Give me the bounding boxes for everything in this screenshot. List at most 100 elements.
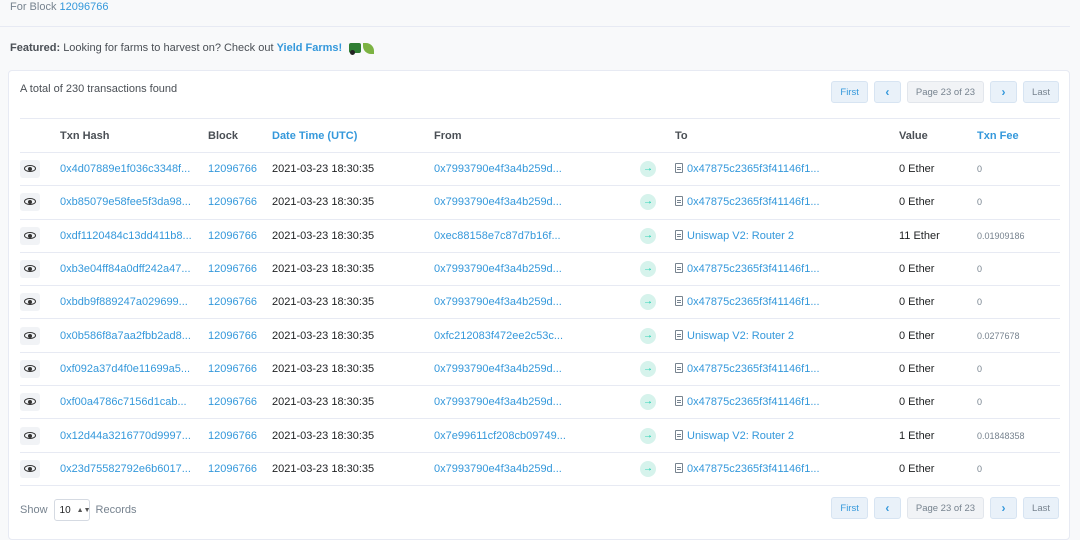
to-address-link[interactable]: 0x47875c2365f3f41146f1... [687, 163, 820, 175]
table-row: 0x12d44a3216770d9997... 12096766 2021-03-2… [20, 418, 1060, 453]
txn-hash-link[interactable]: 0x4d07889e1f036c3348f... [60, 163, 190, 175]
txn-hash-link[interactable]: 0xf00a4786c7156d1cab... [60, 396, 187, 408]
txn-hash-link[interactable]: 0xbdb9f889247a029699... [60, 296, 188, 308]
from-address-link[interactable]: 0xec88158e7c87d7b16f... [434, 230, 561, 242]
block-link[interactable]: 12096766 [208, 263, 257, 275]
from-address-link[interactable]: 0xfc212083f472ee2c53c... [434, 330, 563, 342]
eye-cell [20, 152, 60, 187]
block-link[interactable]: 12096766 [208, 230, 257, 242]
table-header-row: Txn Hash Block Date Time (UTC) From To V… [20, 118, 1060, 153]
last-page-button[interactable]: Last [1023, 81, 1059, 103]
txn-hash-cell: 0xf00a4786c7156d1cab... [60, 385, 208, 420]
contract-file-icon [675, 362, 683, 373]
datetime-cell: 2021-03-23 18:30:35 [272, 219, 434, 253]
contract-file-icon [675, 296, 683, 307]
eye-icon[interactable] [20, 260, 40, 279]
to-cell: 0x47875c2365f3f41146f1... [675, 385, 899, 420]
txn-hash-link[interactable]: 0x0b586f8a7aa2fbb2ad8... [60, 330, 191, 342]
direction-cell: → [640, 185, 675, 220]
block-link[interactable]: 12096766 [208, 430, 257, 442]
txn-hash-link[interactable]: 0x23d75582792e6b6017... [60, 463, 191, 475]
from-cell: 0x7993790e4f3a4b259d... [434, 185, 640, 220]
to-address-link[interactable]: Uniswap V2: Router 2 [687, 430, 794, 442]
eye-icon[interactable] [20, 193, 40, 212]
txn-hash-link[interactable]: 0xf092a37d4f0e11699a5... [60, 363, 190, 375]
eye-icon[interactable] [20, 393, 40, 412]
contract-file-icon [675, 329, 683, 340]
to-address-link[interactable]: Uniswap V2: Router 2 [687, 230, 794, 242]
header-direction [640, 118, 675, 153]
eye-icon[interactable] [20, 326, 40, 345]
block-link[interactable]: 12096766 [208, 396, 257, 408]
from-address-link[interactable]: 0x7993790e4f3a4b259d... [434, 163, 562, 175]
header-date-time[interactable]: Date Time (UTC) [272, 118, 434, 153]
to-address-link[interactable]: 0x47875c2365f3f41146f1... [687, 296, 820, 308]
to-address-link[interactable]: Uniswap V2: Router 2 [687, 330, 794, 342]
from-cell: 0x7993790e4f3a4b259d... [434, 252, 640, 287]
eye-icon[interactable] [20, 226, 40, 245]
prev-page-button[interactable]: ‹ [873, 497, 901, 519]
block-cell: 12096766 [208, 318, 272, 353]
eye-icon[interactable] [20, 459, 40, 478]
to-address-link[interactable]: 0x47875c2365f3f41146f1... [687, 463, 820, 475]
from-cell: 0x7993790e4f3a4b259d... [434, 285, 640, 320]
eye-icon[interactable] [20, 293, 40, 312]
from-address-link[interactable]: 0x7993790e4f3a4b259d... [434, 263, 562, 275]
eye-icon[interactable] [20, 359, 40, 378]
eye-icon[interactable] [20, 160, 40, 179]
transactions-card: A total of 230 transactions found First … [8, 70, 1070, 540]
yield-farms-link[interactable]: Yield Farms! [277, 42, 343, 54]
last-page-button[interactable]: Last [1023, 497, 1059, 519]
header-eye [20, 118, 60, 153]
show-label: Show [20, 504, 48, 516]
from-address-link[interactable]: 0x7993790e4f3a4b259d... [434, 296, 562, 308]
eye-icon[interactable] [20, 426, 40, 445]
txn-hash-link[interactable]: 0x12d44a3216770d9997... [60, 430, 191, 442]
prev-page-button[interactable]: ‹ [873, 81, 901, 103]
to-address-link[interactable]: 0x47875c2365f3f41146f1... [687, 363, 820, 375]
value-cell: 0 Ether [899, 252, 977, 287]
txn-hash-link[interactable]: 0xb3e04ff84a0dff242a47... [60, 263, 191, 275]
from-address-link[interactable]: 0x7e99611cf208cb09749... [434, 430, 566, 442]
txn-fee-cell: 0 [977, 285, 1060, 320]
from-address-link[interactable]: 0x7993790e4f3a4b259d... [434, 463, 562, 475]
txn-hash-link[interactable]: 0xdf1120484c13dd411b8... [60, 230, 192, 242]
next-page-button[interactable]: › [990, 81, 1018, 103]
txn-fee-cell: 0 [977, 252, 1060, 287]
block-link[interactable]: 12096766 [208, 330, 257, 342]
first-page-button[interactable]: First [831, 81, 868, 103]
records-label: Records [95, 504, 137, 516]
block-cell: 12096766 [208, 219, 272, 253]
direction-arrow-icon: → [640, 460, 656, 477]
contract-file-icon [675, 163, 683, 174]
direction-arrow-icon: → [640, 394, 656, 411]
block-cell: 12096766 [208, 352, 272, 387]
eye-cell [20, 318, 60, 353]
header-block: Block [208, 118, 272, 153]
to-address-link[interactable]: 0x47875c2365f3f41146f1... [687, 263, 820, 275]
block-link[interactable]: 12096766 [208, 296, 257, 308]
next-page-button[interactable]: › [990, 497, 1018, 519]
from-address-link[interactable]: 0x7993790e4f3a4b259d... [434, 196, 562, 208]
header-txn-fee[interactable]: Txn Fee [977, 118, 1060, 153]
records-select[interactable]: 10 ▲▼ [53, 499, 91, 521]
eye-cell [20, 352, 60, 387]
block-link[interactable]: 12096766 [208, 163, 257, 175]
block-number-link[interactable]: 12096766 [60, 1, 109, 13]
table-row: 0xb85079e58fee5f3da98... 12096766 2021-03-… [20, 185, 1060, 220]
block-link[interactable]: 12096766 [208, 463, 257, 475]
from-cell: 0x7993790e4f3a4b259d... [434, 152, 640, 187]
block-header: For Block 12096766 [0, 0, 1070, 27]
to-address-link[interactable]: 0x47875c2365f3f41146f1... [687, 396, 820, 408]
from-address-link[interactable]: 0x7993790e4f3a4b259d... [434, 363, 562, 375]
block-link[interactable]: 12096766 [208, 363, 257, 375]
to-cell: 0x47875c2365f3f41146f1... [675, 185, 899, 220]
to-address-link[interactable]: 0x47875c2365f3f41146f1... [687, 196, 820, 208]
datetime-cell: 2021-03-23 18:30:35 [272, 452, 434, 486]
block-link[interactable]: 12096766 [208, 196, 257, 208]
first-page-button[interactable]: First [831, 497, 868, 519]
datetime-cell: 2021-03-23 18:30:35 [272, 418, 434, 453]
from-address-link[interactable]: 0x7993790e4f3a4b259d... [434, 396, 562, 408]
txn-hash-link[interactable]: 0xb85079e58fee5f3da98... [60, 196, 191, 208]
table-row: 0xf092a37d4f0e11699a5... 12096766 2021-03-… [20, 352, 1060, 387]
